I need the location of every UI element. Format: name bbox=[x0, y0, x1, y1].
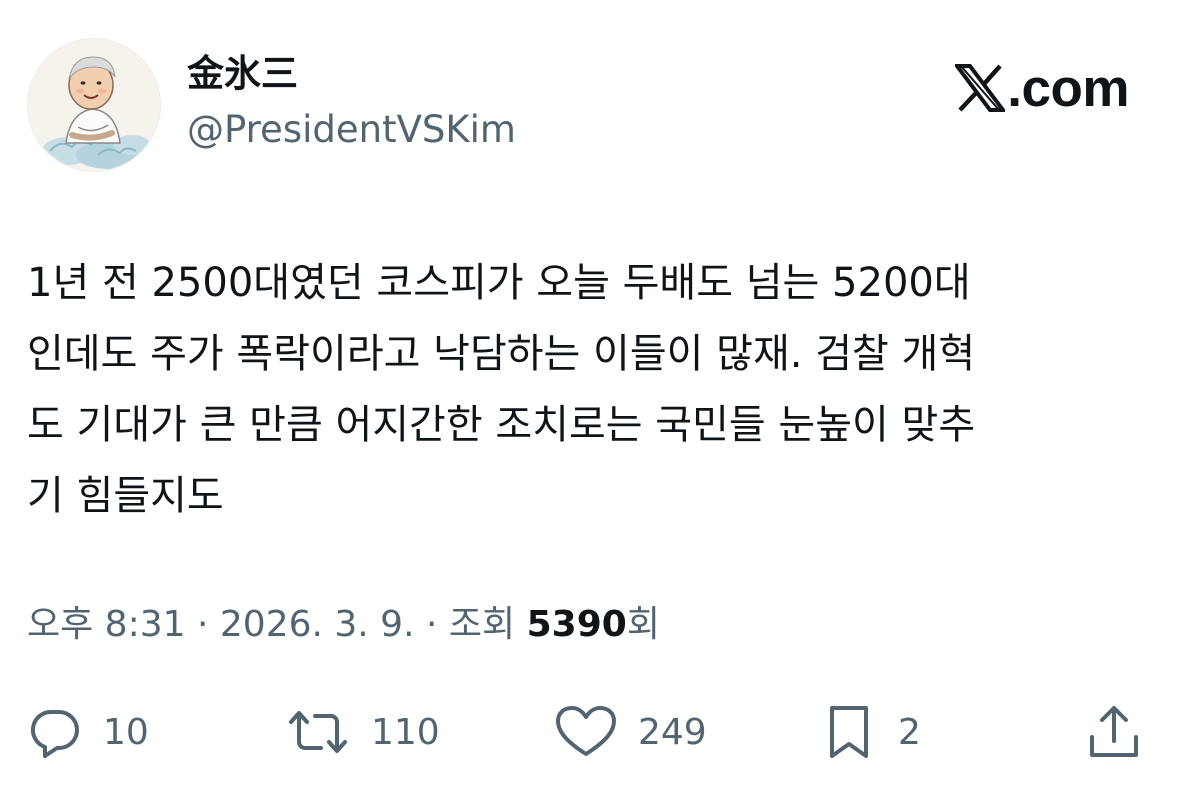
views-count: 5390 bbox=[526, 604, 627, 645]
like-count: 249 bbox=[638, 711, 707, 753]
avatar[interactable] bbox=[27, 38, 161, 172]
share-icon bbox=[1090, 706, 1138, 757]
tweet-text: 1년 전 2500대였던 코스피가 오늘 두배도 넘는 5200대 인데도 주가… bbox=[27, 248, 1137, 532]
meta-separator: · bbox=[426, 604, 438, 645]
tweet-line: 기 힘들지도 bbox=[27, 473, 224, 519]
views-label: 조회 bbox=[448, 604, 516, 645]
heart-icon bbox=[556, 706, 616, 756]
author-name[interactable]: 金氷三 bbox=[187, 50, 298, 98]
reply-icon bbox=[30, 709, 79, 758]
views-suffix: 회 bbox=[626, 604, 660, 645]
tweet-line: 인데도 주가 폭락이라고 낙담하는 이들이 많재. 검찰 개혁 bbox=[27, 331, 976, 377]
tweet-date[interactable]: 2026. 3. 9. bbox=[220, 604, 415, 645]
bookmark-count: 2 bbox=[898, 711, 921, 753]
brand-logo: .com bbox=[955, 58, 1129, 118]
tweet-time[interactable]: 오후 8:31 bbox=[27, 604, 186, 645]
tweet-line: 도 기대가 큰 만큼 어지간한 조치로는 국민들 눈높이 맞추 bbox=[27, 402, 976, 448]
bookmark-icon bbox=[830, 706, 868, 758]
reply-button[interactable]: 10 bbox=[27, 700, 149, 764]
avatar-illustration bbox=[28, 39, 160, 171]
tweet-line: 1년 전 2500대였던 코스피가 오늘 두배도 넘는 5200대 bbox=[27, 260, 971, 306]
share-button[interactable] bbox=[1087, 700, 1141, 764]
brand-label: .com bbox=[1007, 58, 1129, 118]
action-bar: 10 110 249 2 bbox=[27, 700, 1152, 764]
tweet-meta: 오후 8:31 · 2026. 3. 9. · 조회 5390회 bbox=[27, 600, 660, 650]
like-button[interactable]: 249 bbox=[554, 700, 707, 764]
reply-count: 10 bbox=[103, 711, 149, 753]
repost-button[interactable]: 110 bbox=[285, 700, 440, 764]
author-handle[interactable]: @PresidentVSKim bbox=[187, 106, 516, 154]
meta-separator: · bbox=[196, 604, 209, 645]
x-logo-icon bbox=[955, 64, 1006, 112]
repost-count: 110 bbox=[371, 711, 440, 753]
repost-icon bbox=[289, 711, 347, 753]
bookmark-button[interactable]: 2 bbox=[822, 700, 921, 764]
